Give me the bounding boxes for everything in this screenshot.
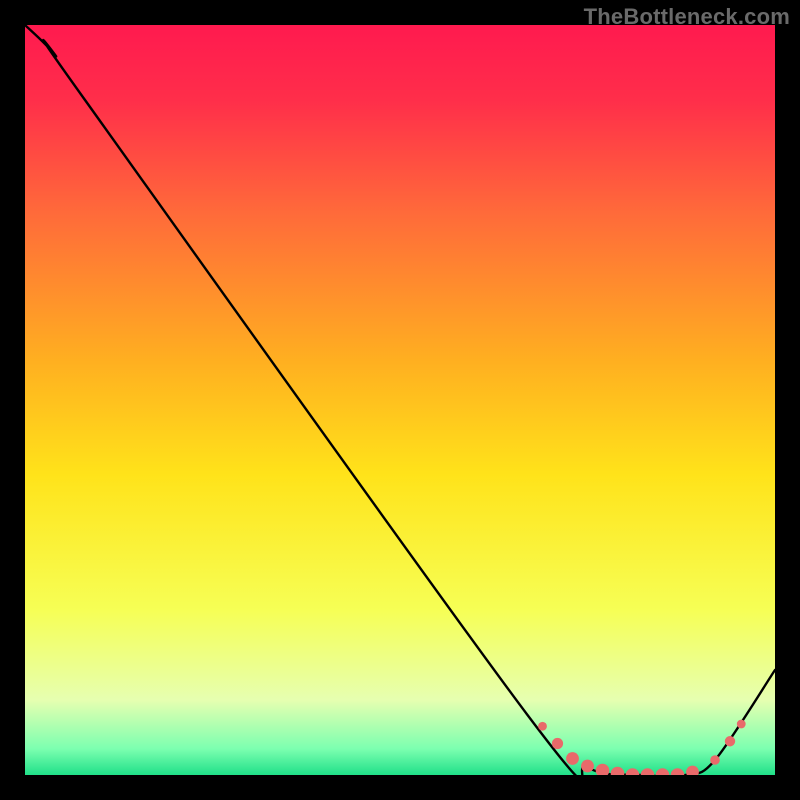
gradient-background	[25, 25, 775, 775]
highlight-point	[581, 760, 594, 773]
plot-area	[25, 25, 775, 775]
highlight-point	[737, 720, 746, 729]
highlight-point	[552, 738, 563, 749]
watermark-text: TheBottleneck.com	[584, 4, 790, 30]
highlight-point	[538, 722, 547, 731]
highlight-point	[566, 752, 579, 765]
highlight-point	[725, 736, 735, 746]
bottleneck-chart	[25, 25, 775, 775]
chart-frame: TheBottleneck.com	[0, 0, 800, 800]
highlight-point	[710, 755, 720, 765]
